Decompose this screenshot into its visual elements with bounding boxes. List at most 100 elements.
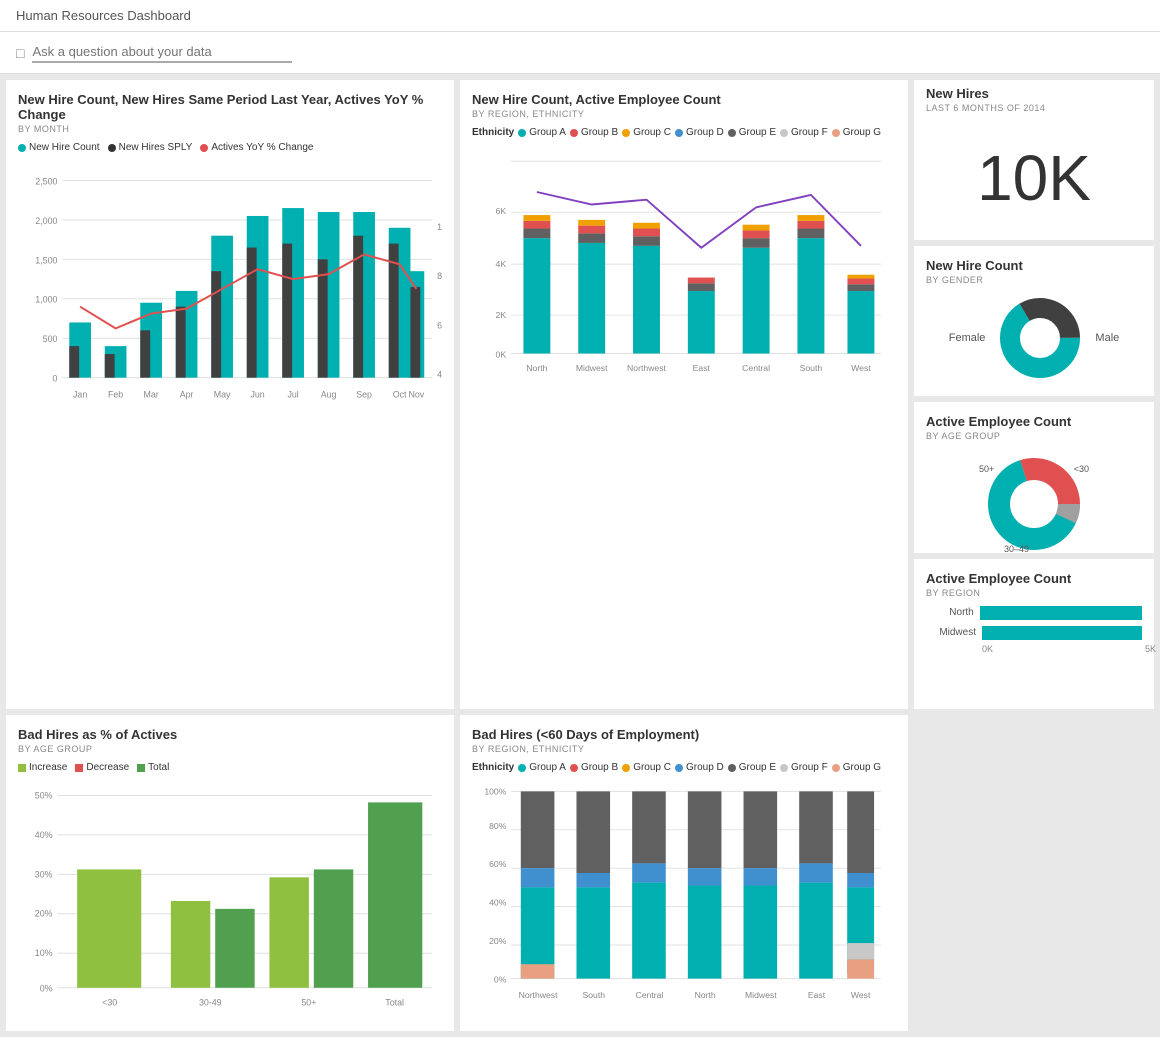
svg-text:North: North <box>526 363 547 373</box>
ethnicity-label: Ethnicity <box>472 127 514 138</box>
legend5-decrease: Decrease <box>75 762 129 773</box>
svg-text:0K: 0K <box>496 349 507 359</box>
svg-text:May: May <box>214 389 231 399</box>
svg-text:0: 0 <box>53 374 58 384</box>
region-axis-0k: 0K <box>982 644 993 654</box>
svg-text:Jun: Jun <box>250 389 264 399</box>
svg-text:40%: 40% <box>35 830 53 840</box>
legend-color-new-hire-count <box>18 144 26 152</box>
svg-text:60%: 60% <box>489 859 507 869</box>
svg-text:2K: 2K <box>496 310 507 320</box>
svg-text:2,500: 2,500 <box>35 176 57 186</box>
ethnicity-label2: Ethnicity <box>472 762 514 773</box>
svg-text:Midwest: Midwest <box>576 363 608 373</box>
card2-title: New Hire Count, Active Employee Count <box>472 92 896 107</box>
legend2-e: Group E <box>728 127 776 138</box>
legend-new-hires-sply: New Hires SPLY <box>108 142 193 153</box>
legend6-d: Group D <box>675 762 724 773</box>
card5-chart: 0% 10% 20% 30% 40% 50% <30 30-49 50+ <box>18 779 442 1019</box>
svg-text:Northwest: Northwest <box>627 363 666 373</box>
gender-donut-chart <box>995 293 1085 383</box>
age-donut-chart <box>979 449 1089 559</box>
card8-title: Active Employee Count <box>926 571 1142 586</box>
card5-subtitle: BY AGE GROUP <box>18 744 442 754</box>
card-new-hire-gender: New Hire Count BY GENDER Female Male <box>914 246 1154 396</box>
svg-text:0%: 0% <box>40 984 53 994</box>
svg-text:Northwest: Northwest <box>519 990 558 1000</box>
svg-text:Nov: Nov <box>408 389 424 399</box>
legend5-total: Total <box>137 762 169 773</box>
svg-text:Apr: Apr <box>180 389 194 399</box>
card-new-hire-trend: New Hire Count, New Hires Same Period La… <box>6 80 454 709</box>
page-header: Human Resources Dashboard <box>0 0 1160 32</box>
legend-color-yoy <box>200 144 208 152</box>
svg-text:South: South <box>800 363 823 373</box>
card3-subtitle: LAST 6 MONTHS OF 2014 <box>926 103 1142 113</box>
svg-text:30%: 30% <box>35 869 53 879</box>
svg-text:40%: 40% <box>489 898 507 908</box>
card-active-age: Active Employee Count BY AGE GROUP 50+ <… <box>914 402 1154 552</box>
legend2-b: Group B <box>570 127 618 138</box>
legend-color-sply <box>108 144 116 152</box>
svg-text:Aug: Aug <box>321 389 337 399</box>
legend6-b: Group B <box>570 762 618 773</box>
svg-text:80%: 80% <box>489 821 507 831</box>
card5-title: Bad Hires as % of Actives <box>18 727 442 742</box>
legend6-g: Group G <box>832 762 881 773</box>
svg-text:30-49: 30-49 <box>199 997 222 1007</box>
svg-text:Central: Central <box>742 363 770 373</box>
card-bad-hires-region: Bad Hires (<60 Days of Employment) BY RE… <box>460 715 908 1031</box>
card7-subtitle: BY AGE GROUP <box>926 431 1142 441</box>
card3-title: New Hires <box>926 86 1142 101</box>
new-hires-number: 10K <box>926 121 1142 235</box>
card1-subtitle: BY MONTH <box>18 124 442 134</box>
svg-text:South: South <box>582 990 605 1000</box>
svg-text:Sep: Sep <box>356 389 372 399</box>
legend-new-hire-count: New Hire Count <box>18 142 100 153</box>
age-30-49-label: 30–49 <box>1004 544 1029 554</box>
svg-text:Mar: Mar <box>143 389 158 399</box>
legend2-f: Group F <box>780 127 828 138</box>
right-column: New Hires LAST 6 MONTHS OF 2014 10K New … <box>914 80 1154 709</box>
legend6-a: Group A <box>518 762 566 773</box>
card1-legend: New Hire Count New Hires SPLY Actives Yo… <box>18 142 442 153</box>
region-north-bar <box>980 606 1142 620</box>
svg-text:20%: 20% <box>35 909 53 919</box>
card1-chart: 0 500 1,000 1,500 2,000 2,500 4% 6% 8% 1… <box>18 159 442 409</box>
region-row-north: North <box>926 606 1142 620</box>
chat-icon: □ <box>16 45 24 61</box>
female-label: Female <box>949 332 986 344</box>
male-label: Male <box>1095 332 1119 344</box>
svg-text:6K: 6K <box>496 206 507 216</box>
dashboard: New Hire Count, New Hires Same Period La… <box>0 74 1160 1037</box>
card4-subtitle: BY GENDER <box>926 275 1142 285</box>
legend6-f: Group F <box>780 762 828 773</box>
svg-text:10%: 10% <box>437 222 442 232</box>
legend6-e: Group E <box>728 762 776 773</box>
svg-text:Feb: Feb <box>108 389 123 399</box>
card-new-hire-active: New Hire Count, Active Employee Count BY… <box>460 80 908 709</box>
qa-bar[interactable]: □ <box>0 32 1160 74</box>
svg-text:500: 500 <box>43 334 58 344</box>
legend2-d: Group D <box>675 127 724 138</box>
legend5-increase: Increase <box>18 762 67 773</box>
legend6-c: Group C <box>622 762 671 773</box>
age-50plus-label: 50+ <box>979 464 994 474</box>
svg-text:<30: <30 <box>102 997 117 1007</box>
svg-text:2,000: 2,000 <box>35 216 57 226</box>
qa-input[interactable] <box>32 42 292 63</box>
card-active-region: Active Employee Count BY REGION North Mi… <box>914 559 1154 709</box>
svg-text:Midwest: Midwest <box>745 990 777 1000</box>
svg-text:1,500: 1,500 <box>35 255 57 265</box>
card1-title: New Hire Count, New Hires Same Period La… <box>18 92 442 122</box>
svg-text:North: North <box>695 990 716 1000</box>
card8-subtitle: BY REGION <box>926 588 1142 598</box>
legend-actives-yoy: Actives YoY % Change <box>200 142 313 153</box>
svg-text:4%: 4% <box>437 370 442 380</box>
svg-text:East: East <box>808 990 826 1000</box>
card5-legend: Increase Decrease Total <box>18 762 442 773</box>
region-midwest-label: Midwest <box>926 627 976 638</box>
svg-text:Oct: Oct <box>393 389 407 399</box>
region-north-label: North <box>926 607 974 618</box>
svg-text:West: West <box>851 990 871 1000</box>
